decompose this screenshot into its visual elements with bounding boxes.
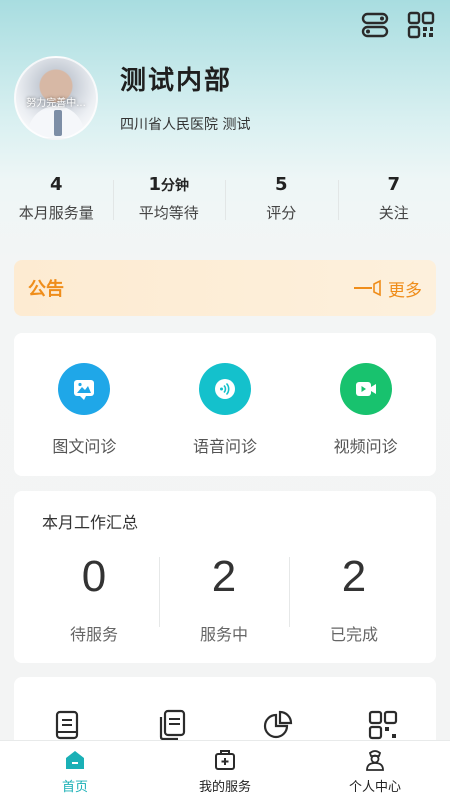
avatar-tip: 努力完善中...: [26, 98, 86, 109]
megaphone-icon: [354, 279, 381, 297]
stat-average-wait[interactable]: 1分钟 平均等待: [112, 172, 226, 232]
stat-monthly-service[interactable]: 4 本月服务量: [0, 172, 113, 232]
pie-chart-icon[interactable]: [258, 705, 298, 745]
doctor-name: 测试内部: [120, 66, 233, 96]
consult-video[interactable]: 视频问诊: [311, 363, 421, 476]
header-actions: [360, 10, 436, 40]
home-icon: [62, 747, 88, 773]
summary-completed[interactable]: 2 已完成: [289, 547, 419, 647]
tab-home[interactable]: 首页: [0, 741, 150, 800]
qrcode-icon[interactable]: [363, 705, 403, 745]
notice-title: 公告: [28, 279, 64, 300]
tab-my-services[interactable]: 我的服务: [150, 741, 300, 800]
summary-in-service[interactable]: 2 服务中: [159, 547, 289, 647]
document-icon[interactable]: [47, 705, 87, 745]
summary-title: 本月工作汇总: [42, 513, 139, 532]
consult-voice[interactable]: 语音问诊: [170, 363, 280, 476]
consult-image-text[interactable]: 图文问诊: [29, 363, 139, 476]
toggle-icon[interactable]: [360, 10, 390, 40]
medical-kit-icon: [212, 747, 238, 773]
image-chat-icon: [58, 363, 111, 415]
avatar[interactable]: 努力完善中...: [14, 56, 98, 140]
doctor-icon: [362, 747, 388, 773]
documents-icon[interactable]: [152, 705, 192, 745]
tab-personal-center[interactable]: 个人中心: [300, 741, 450, 800]
notice-more-link[interactable]: 更多: [354, 276, 422, 301]
stat-followers[interactable]: 7 关注: [337, 172, 450, 232]
consult-label: 语音问诊: [192, 437, 257, 456]
notice-bar[interactable]: 公告 更多: [14, 260, 436, 316]
doctor-profile: 努力完善中... 测试内部 四川省人民医院 测试: [14, 56, 434, 146]
stat-label: 平均等待: [138, 204, 199, 222]
video-icon: [339, 363, 392, 415]
doctor-hospital: 四川省人民医院 测试: [120, 117, 251, 133]
summary-pending[interactable]: 0 待服务: [29, 547, 159, 647]
consult-label: 视频问诊: [333, 437, 398, 456]
tab-label: 首页: [61, 780, 88, 795]
consult-card: 图文问诊 语音问诊 视频问诊: [14, 333, 436, 476]
voice-icon: [198, 363, 251, 415]
stat-label: 关注: [378, 204, 409, 222]
tab-label: 我的服务: [198, 780, 251, 795]
stat-label: 本月服务量: [18, 204, 94, 222]
monthly-summary-card: 本月工作汇总 0 待服务 2 服务中 2 已完成: [14, 491, 436, 663]
stat-rating[interactable]: 5 评分: [225, 172, 338, 232]
bottom-tab-bar: 首页 我的服务 个人中心: [0, 740, 450, 800]
tab-label: 个人中心: [348, 780, 401, 795]
consult-label: 图文问诊: [52, 437, 117, 456]
stat-label: 评分: [266, 204, 297, 222]
stats-bar: 4 本月服务量 1分钟 平均等待 5 评分 7 关注: [0, 172, 450, 232]
qrcode-icon[interactable]: [406, 10, 436, 40]
